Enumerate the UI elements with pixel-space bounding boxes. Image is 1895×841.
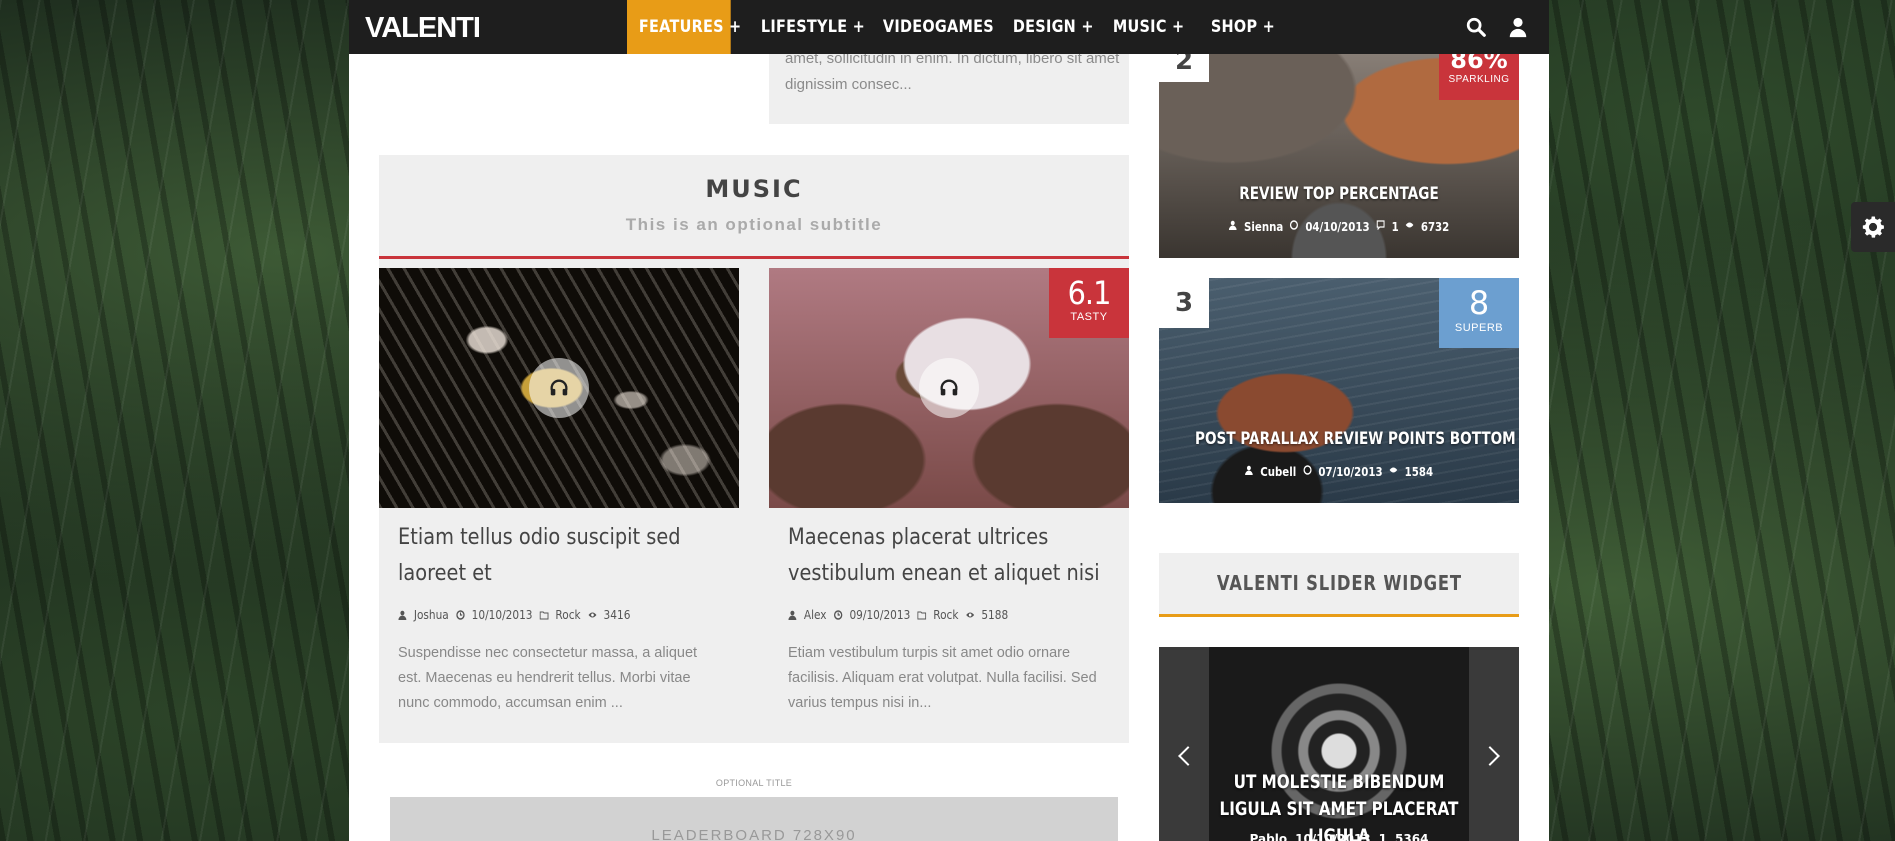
clock-icon (1290, 220, 1299, 230)
sidebar-post-views: 1584 (1404, 465, 1434, 479)
review-score-badge: 86% SPARKLING (1439, 48, 1519, 100)
review-score-badge: 6.1 TASTY (1049, 268, 1129, 338)
menu-item-lifestyle[interactable]: LIFESTYLE + (749, 0, 865, 54)
section-title: MUSIC (705, 175, 803, 203)
sidebar-post-views: 6732 (1420, 220, 1450, 234)
headphones-icon[interactable] (919, 358, 979, 418)
slider-widget[interactable]: UT MOLESTIE BIBENDUM LIGULA SIT AMET PLA… (1159, 647, 1519, 841)
post-date: 10/10/2013 (471, 608, 533, 622)
sidebar-post-date: 04/10/2013 (1305, 220, 1370, 234)
headphones-icon[interactable] (529, 358, 589, 418)
post-card: Etiam tellus odio suscipit sed laoreet e… (379, 268, 739, 743)
sidebar-post-card[interactable]: 2 86% SPARKLING REVIEW TOP PERCENTAGE Si… (1159, 48, 1519, 258)
user-icon (1245, 465, 1254, 475)
leaderboard-ad[interactable]: LEADERBOARD 728X90 (390, 797, 1118, 841)
post-views: 3416 (603, 608, 631, 622)
slide-author[interactable]: Pablo (1250, 832, 1288, 841)
sidebar-post-date: 07/10/2013 (1318, 465, 1383, 479)
music-section: MUSIC This is an optional subtitle Etiam… (379, 155, 1129, 743)
post-author[interactable]: Joshua (414, 608, 449, 622)
main-menu: FEATURES + LIFESTYLE + VIDEOGAMES DESIGN… (627, 0, 1291, 54)
user-icon (1229, 220, 1237, 230)
slide-title-text: UT MOLESTIE BIBENDUM LIGULA SIT AMET PLA… (1219, 771, 1459, 841)
rank-number: 3 (1159, 278, 1209, 328)
comment-icon (1376, 220, 1385, 230)
slider-widget-title: VALENTI SLIDER WIDGET (1216, 571, 1462, 595)
post-title[interactable]: Etiam tellus odio suscipit sed laoreet e… (398, 520, 724, 592)
menu-item-features[interactable]: FEATURES + (627, 0, 741, 54)
sidebar-post-title[interactable]: REVIEW TOP PERCENTAGE (1195, 184, 1483, 204)
slide-views: 5364 (1395, 832, 1429, 841)
clock-icon (456, 610, 465, 620)
post-excerpt: Suspendisse nec consectetur massa, a ali… (398, 645, 698, 711)
slider-widget-header: VALENTI SLIDER WIDGET (1159, 553, 1519, 617)
post-meta: Alex 09/10/2013 Rock 5188 (788, 608, 1008, 622)
site-logo[interactable]: VALENTI (365, 12, 481, 45)
menu-item-shop[interactable]: SHOP + (1199, 0, 1277, 54)
post-title[interactable]: Maecenas placerat ultrices vestibulum en… (788, 520, 1114, 592)
slide-title[interactable]: UT MOLESTIE BIBENDUM LIGULA SIT AMET PLA… (1179, 769, 1499, 841)
review-score-label: SPARKLING (1448, 74, 1510, 85)
slide-meta: Pablo 10/10/2013 1 5364 (1159, 832, 1519, 841)
post-excerpt: Etiam vestibulum turpis sit amet odio or… (788, 645, 1097, 711)
eye-icon (965, 612, 974, 618)
review-score: 6.1 (1067, 274, 1112, 312)
nav-icons (1465, 16, 1529, 38)
post-date: 09/10/2013 (849, 608, 911, 622)
folder-icon (539, 611, 549, 620)
sidebar-post-title[interactable]: POST PARALLAX REVIEW POINTS BOTTOM NO SI… (1195, 429, 1519, 449)
eye-icon (1405, 222, 1414, 228)
sidebar-post-meta: Cubell 07/10/2013 1584 (1186, 465, 1492, 479)
folder-icon (917, 611, 927, 620)
search-icon[interactable] (1465, 16, 1487, 38)
sidebar-post-meta: Sienna 04/10/2013 1 6732 (1186, 220, 1492, 234)
post-category[interactable]: Rock (933, 608, 958, 622)
post-image[interactable] (379, 268, 739, 508)
slide-date: 10/10/2013 (1295, 832, 1371, 841)
review-score: 8 (1468, 284, 1490, 322)
settings-toggle[interactable] (1851, 202, 1895, 252)
user-icon[interactable] (1507, 16, 1529, 38)
post-image[interactable]: 6.1 TASTY (769, 268, 1129, 508)
sidebar-post-author[interactable]: Sienna (1244, 220, 1283, 234)
gear-icon (1862, 216, 1884, 238)
section-header: MUSIC This is an optional subtitle (379, 155, 1129, 259)
post-category[interactable]: Rock (555, 608, 580, 622)
menu-item-music[interactable]: MUSIC + (1101, 0, 1184, 54)
post-author[interactable]: Alex (804, 608, 827, 622)
slide-comments[interactable]: 1 (1379, 832, 1387, 841)
user-icon (788, 610, 797, 620)
menu-item-videogames[interactable]: VIDEOGAMES (871, 0, 994, 54)
review-score-label: SUPERB (1454, 322, 1504, 334)
section-subtitle: This is an optional subtitle (625, 215, 883, 234)
clock-icon (833, 610, 843, 620)
top-navbar: VALENTI FEATURES + LIFESTYLE + VIDEOGAME… (349, 0, 1549, 54)
eye-icon (588, 612, 597, 618)
review-score-label: TASTY (1070, 311, 1108, 323)
post-meta: Joshua 10/10/2013 Rock 3416 (398, 608, 630, 622)
menu-item-design[interactable]: DESIGN + (1001, 0, 1094, 54)
post-views: 5188 (981, 608, 1009, 622)
sidebar-post-card[interactable]: 3 8 SUPERB POST PARALLAX REVIEW POINTS B… (1159, 278, 1519, 503)
clock-icon (1303, 465, 1312, 475)
eye-icon (1389, 467, 1398, 473)
ad-optional-title: OPTIONAL TITLE (715, 778, 793, 788)
page-container: amet, sollicitudin in enim. In dictum, l… (349, 0, 1549, 841)
user-icon (398, 610, 407, 620)
review-score-badge: 8 SUPERB (1439, 278, 1519, 348)
post-card: 6.1 TASTY Maecenas placerat ultrices ves… (769, 268, 1129, 743)
sidebar-post-comments[interactable]: 1 (1392, 220, 1399, 234)
sidebar-post-author[interactable]: Cubell (1260, 465, 1296, 479)
